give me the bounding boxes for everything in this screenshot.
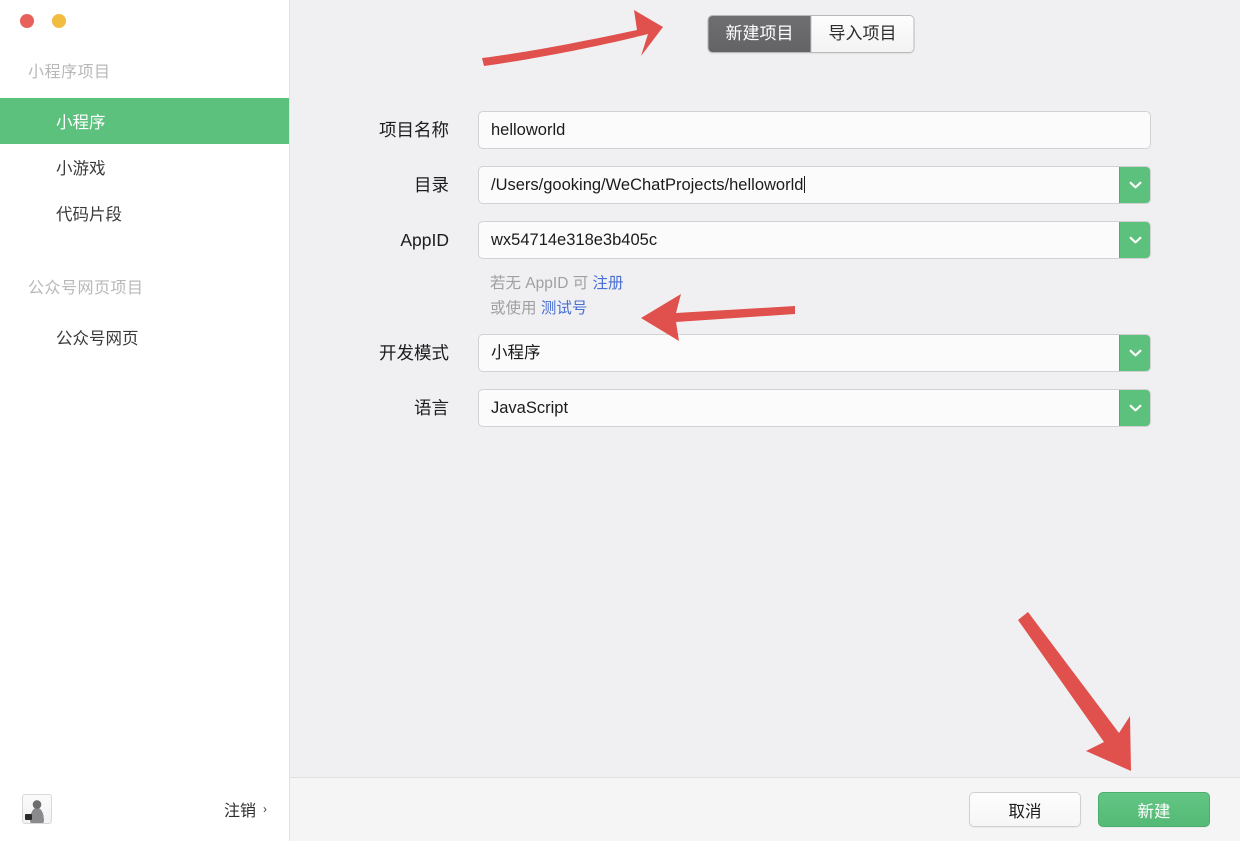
test-account-link[interactable]: 测试号 [541,300,588,317]
form-row-project-name: 项目名称 [290,111,1240,149]
field-project-name[interactable] [478,111,1151,149]
close-window-button[interactable] [20,14,34,28]
appid-hint-prefix: 若无 AppID 可 [490,275,593,292]
project-name-input[interactable] [479,112,1150,148]
directory-dropdown-button[interactable] [1119,167,1150,203]
chevron-down-icon [1129,404,1141,411]
sidebar-item-code-snippet[interactable]: 代码片段 [0,190,289,236]
app-window: 小程序项目 小程序 小游戏 代码片段 公众号网页项目 公众号网页 注销 › 新建… [0,0,1240,841]
label-appid: AppID [400,230,449,250]
sidebar-item-label: 公众号网页 [56,330,139,348]
chevron-right-icon: › [263,802,267,816]
minimize-window-button[interactable] [52,14,66,28]
appid-hint-line-1: 若无 AppID 可 注册 [478,271,1240,296]
directory-input[interactable]: /Users/gooking/WeChatProjects/helloworld [479,167,1119,203]
form-row-dev-mode: 开发模式 小程序 [290,334,1240,372]
sidebar-item-label: 小游戏 [56,160,106,178]
appid-hint-prefix-2: 或使用 [490,300,541,317]
appid-hint-line-2: 或使用 测试号 [478,296,1240,321]
sidebar-group-title-miniprogram: 小程序项目 [28,64,111,81]
label-directory: 目录 [414,175,449,195]
dev-mode-dropdown-button[interactable] [1119,335,1150,371]
sidebar-item-label: 小程序 [56,114,106,132]
cancel-button[interactable]: 取消 [969,792,1081,827]
chevron-down-icon [1129,181,1141,188]
field-appid[interactable]: wx54714e318e3b405c [478,221,1151,259]
field-language[interactable]: JavaScript [478,389,1151,427]
sidebar-footer: 注销 › [0,777,289,841]
sidebar: 小程序项目 小程序 小游戏 代码片段 公众号网页项目 公众号网页 注销 › [0,0,290,841]
form-row-directory: 目录 /Users/gooking/WeChatProjects/hellowo… [290,166,1240,204]
logout-label: 注销 [223,803,256,820]
language-dropdown-button[interactable] [1119,390,1150,426]
window-traffic-lights [20,14,66,28]
dev-mode-select-value[interactable]: 小程序 [479,335,1119,371]
project-mode-tabs: 新建项目 导入项目 [707,15,915,53]
field-dev-mode[interactable]: 小程序 [478,334,1151,372]
appid-hint: 若无 AppID 可 注册 或使用 测试号 [290,271,1240,321]
appid-dropdown-button[interactable] [1119,222,1150,258]
sidebar-group-title-official-account: 公众号网页项目 [28,280,144,297]
sidebar-item-minigame[interactable]: 小游戏 [0,144,289,190]
appid-input[interactable]: wx54714e318e3b405c [479,222,1119,258]
chevron-down-icon [1129,236,1141,243]
form-row-language: 语言 JavaScript [290,389,1240,427]
logout-button[interactable]: 注销 › [224,797,267,821]
main-panel: 新建项目 导入项目 项目名称 目录 /Users/gooking/WeChatP… [290,0,1240,841]
form-row-appid: AppID wx54714e318e3b405c [290,221,1240,259]
language-select-value[interactable]: JavaScript [479,390,1119,426]
user-avatar-icon[interactable] [22,794,52,824]
tab-import-project[interactable]: 导入项目 [810,16,914,52]
label-dev-mode: 开发模式 [379,343,449,363]
chevron-down-icon [1129,349,1141,356]
label-project-name: 项目名称 [379,120,449,140]
tab-new-project[interactable]: 新建项目 [708,16,811,52]
field-directory[interactable]: /Users/gooking/WeChatProjects/helloworld [478,166,1151,204]
sidebar-item-official-account-page[interactable]: 公众号网页 [0,314,289,360]
register-link[interactable]: 注册 [593,275,624,292]
new-project-form: 项目名称 目录 /Users/gooking/WeChatProjects/he… [290,111,1240,444]
create-button[interactable]: 新建 [1098,792,1210,827]
label-language: 语言 [414,398,449,418]
sidebar-item-label: 代码片段 [56,206,122,224]
dialog-footer: 取消 新建 [290,777,1240,841]
sidebar-item-miniprogram[interactable]: 小程序 [0,98,289,144]
